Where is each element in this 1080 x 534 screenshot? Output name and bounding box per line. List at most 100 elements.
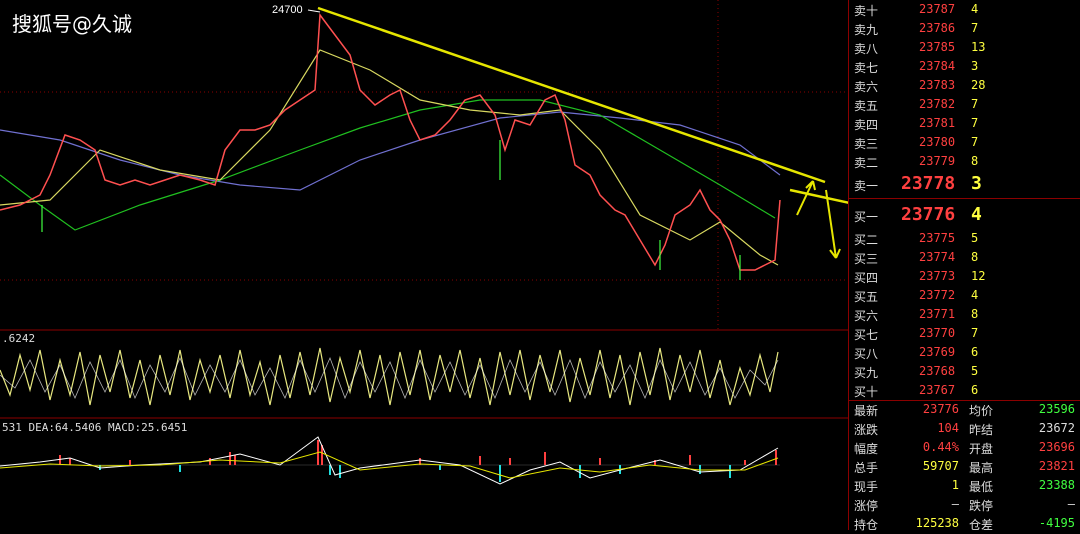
stat-label: 最低	[969, 480, 994, 494]
ask-price: 23780	[919, 135, 956, 149]
stat-label: 昨结	[969, 423, 994, 437]
bid-price: 23776	[901, 204, 956, 225]
bid-volume: 6	[971, 383, 979, 397]
bid-label: 买九	[854, 366, 879, 380]
bid-label: 买八	[854, 347, 879, 361]
ask-volume: 7	[971, 97, 979, 111]
stat-value: 23821	[1038, 459, 1075, 473]
bid-price: 23775	[919, 231, 956, 245]
ma-short-line	[0, 49, 779, 266]
bid-price: 23771	[919, 307, 956, 321]
macd-dif-line	[0, 436, 779, 485]
stat-label: 跌停	[969, 499, 994, 513]
ask-label: 卖一	[854, 179, 879, 193]
ask-row[interactable]: 卖七 23784 3	[849, 57, 1080, 76]
peak-marker	[307, 9, 321, 13]
bid-price: 23774	[919, 250, 956, 264]
ask-price: 23783	[919, 78, 956, 92]
bid-row[interactable]: 买六 23771 8	[849, 305, 1080, 324]
stat-value: 23696	[1038, 440, 1075, 454]
bid-volume: 5	[971, 231, 979, 245]
ask-label: 卖三	[854, 137, 879, 151]
bid-row[interactable]: 买七 23770 7	[849, 324, 1080, 343]
bid-row[interactable]: 买四 23773 12	[849, 267, 1080, 286]
bid-volume: 7	[971, 326, 979, 340]
chart-svg: 24700	[0, 0, 906, 485]
ask-row[interactable]: 卖三 23780 7	[849, 133, 1080, 152]
ask-row[interactable]: 卖十 23787 4	[849, 0, 1080, 19]
bid-volume: 8	[971, 250, 979, 264]
grid-lines	[0, 0, 848, 330]
ask-label: 卖二	[854, 156, 879, 170]
bid-row[interactable]: 买五 23772 4	[849, 286, 1080, 305]
watermark: 搜狐号@久诚	[12, 12, 132, 36]
ask-row-best[interactable]: 卖一 23778 3	[849, 173, 1080, 194]
bid-label: 买五	[854, 290, 879, 304]
stat-label: 涨停	[854, 499, 879, 513]
bid-price: 23770	[919, 326, 956, 340]
bid-row[interactable]: 买十 23767 6	[849, 381, 1080, 400]
bid-label: 买十	[854, 385, 879, 399]
stat-value: -4195	[1038, 516, 1075, 530]
ask-volume: 13	[971, 40, 986, 54]
ask-price: 23781	[919, 116, 956, 130]
stat-value: 1	[951, 478, 959, 492]
stat-label: 总手	[854, 461, 879, 475]
stat-label: 最新	[854, 404, 879, 418]
ask-row[interactable]: 卖二 23779 8	[849, 152, 1080, 171]
bid-volume: 4	[971, 288, 979, 302]
ma-long-line	[0, 111, 781, 191]
bid-label: 买六	[854, 309, 879, 323]
bid-row[interactable]: 买九 23768 5	[849, 362, 1080, 381]
ask-volume: 3	[971, 173, 982, 194]
ask-volume: 7	[971, 135, 979, 149]
ask-label: 卖四	[854, 118, 879, 132]
ask-label: 卖十	[854, 4, 879, 18]
ask-row[interactable]: 卖六 23783 28	[849, 76, 1080, 95]
kline-chart[interactable]: 24700 搜狐号@久诚 .6242 531 DEA:64.5406 MACD:…	[0, 0, 906, 530]
stat-value: 23776	[922, 402, 959, 416]
bear-candles	[41, 140, 741, 280]
bid-row[interactable]: 买三 23774 8	[849, 248, 1080, 267]
bid-volume: 6	[971, 345, 979, 359]
ask-row[interactable]: 卖五 23782 7	[849, 95, 1080, 114]
stat-value: 0.44%	[922, 440, 959, 454]
trend-line	[317, 6, 826, 184]
stat-label: 幅度	[854, 442, 879, 456]
order-book-panel: 卖十 23787 4 卖九 23786 7 卖八 23785 13 卖七 23784 3 卖六 2…	[848, 0, 1080, 532]
ask-row[interactable]: 卖四 23781 7	[849, 114, 1080, 133]
stat-label: 持仓	[854, 518, 879, 532]
stat-value: 23388	[1038, 478, 1075, 492]
stat-label: 涨跌	[854, 423, 879, 437]
ask-price: 23784	[919, 59, 956, 73]
bid-label: 买三	[854, 252, 879, 266]
bid-label: 买二	[854, 233, 879, 247]
stat-label: 仓差	[969, 518, 994, 532]
bid-row[interactable]: 买二 23775 5	[849, 229, 1080, 248]
bid-volume: 8	[971, 307, 979, 321]
stat-value: 59707	[922, 459, 959, 473]
stat-label: 现手	[854, 480, 879, 494]
stat-value: —	[951, 497, 959, 511]
bid-volume: 5	[971, 364, 979, 378]
bid-volume: 4	[971, 204, 982, 225]
oscillator-indicator-label: .6242	[2, 332, 36, 345]
bid-row-best[interactable]: 买一 23776 4	[849, 204, 1080, 225]
stat-value: 125238	[915, 516, 959, 530]
macd-histogram	[59, 440, 777, 482]
stat-value: 23596	[1038, 402, 1075, 416]
oscillator-line	[0, 347, 779, 406]
ask-price: 23787	[919, 2, 956, 16]
bid-label: 买四	[854, 271, 879, 285]
bid-row[interactable]: 买八 23769 6	[849, 343, 1080, 362]
ask-bid-separator	[849, 198, 1080, 199]
ask-row[interactable]: 卖九 23786 7	[849, 19, 1080, 38]
bid-label: 买七	[854, 328, 879, 342]
ask-row[interactable]: 卖八 23785 13	[849, 38, 1080, 57]
ask-volume: 7	[971, 21, 979, 35]
ma-mid-line	[0, 99, 776, 231]
arrow-up-annotation	[796, 180, 816, 216]
ask-price: 23779	[919, 154, 956, 168]
stat-value: —	[1067, 497, 1075, 511]
ask-volume: 4	[971, 2, 979, 16]
